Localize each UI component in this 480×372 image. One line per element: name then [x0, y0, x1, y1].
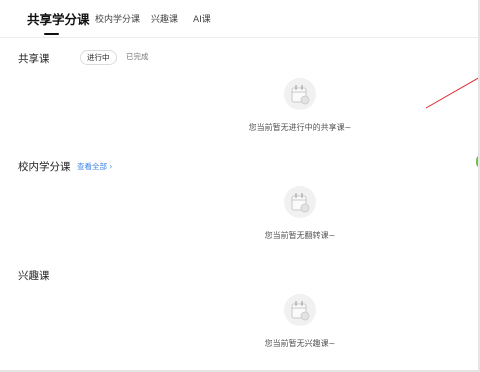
- annotation-line: [425, 76, 480, 109]
